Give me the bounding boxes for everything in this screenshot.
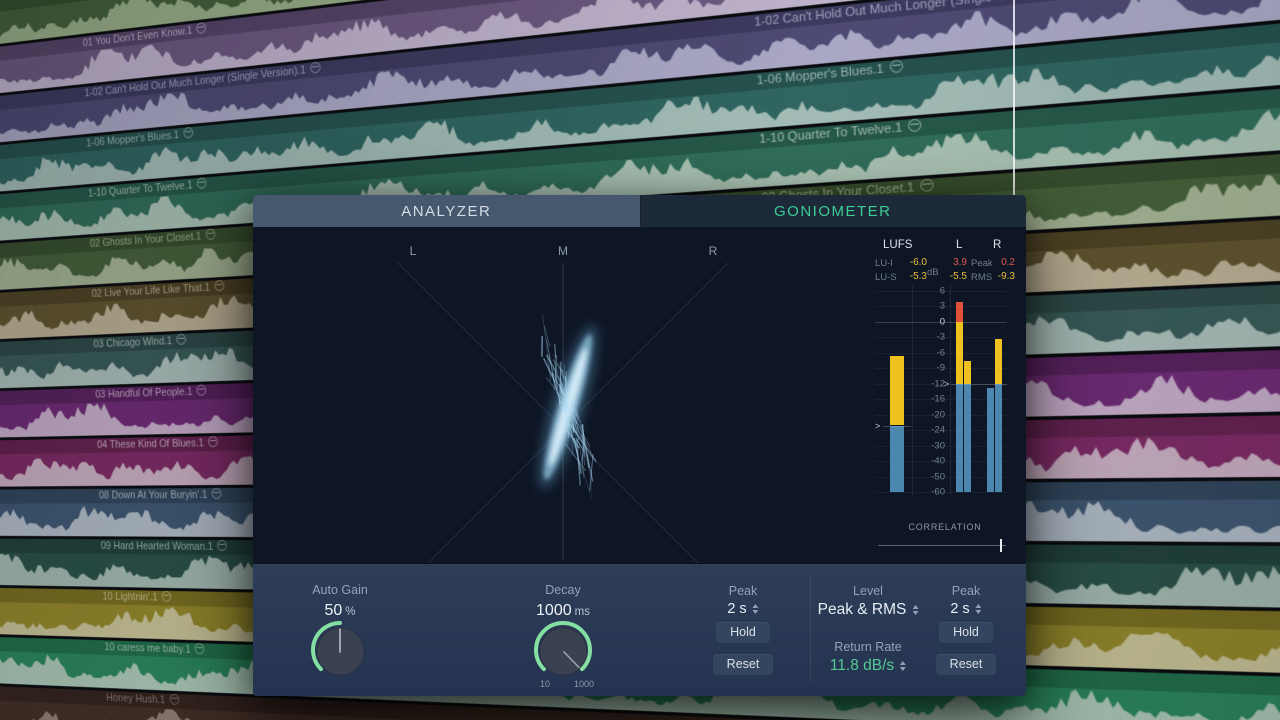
meter-panel: LUFS L R LU-I -6.0 3.9 Peak 0.2 LU-S -5.… [253, 227, 1026, 563]
db-scale-label: -16 [915, 394, 945, 405]
lu-s-value: -5.3 [899, 271, 927, 282]
tab-analyzer[interactable]: ANALYZER [253, 195, 640, 227]
stepper-chevrons-icon [900, 661, 906, 671]
lufs-hold-marker: > [875, 421, 880, 431]
db-scale-label: -30 [915, 440, 945, 451]
screen: T 394041424344454647 01 Get Paid.101 Get… [0, 0, 1280, 720]
plugin-control-bar: Auto Gain 50% Decay 1000 ms 10 1000 Peak … [253, 563, 1026, 696]
decay-label: Decay [545, 583, 580, 597]
control-divider [810, 578, 811, 682]
hold-button-right[interactable]: Hold [939, 622, 993, 643]
goniometer-display: L M R LUFS L R LU-I -6.0 3.9 Peak 0.2 LU… [253, 227, 1026, 563]
db-scale-label: -24 [915, 425, 945, 436]
peak-left-label: Peak [729, 584, 758, 598]
lufs-bar-yellow [890, 356, 904, 426]
db-scale-label: -50 [915, 471, 945, 482]
db-scale-label: -9 [915, 363, 945, 374]
db-scale-label: -12 [915, 378, 945, 389]
left-peak-bar-yellow [956, 322, 963, 384]
left-peak-bar-red [956, 302, 963, 322]
correlation-line [878, 545, 1006, 546]
auto-gain-label: Auto Gain [312, 583, 368, 597]
level-dropdown[interactable]: Peak & RMS [818, 601, 919, 619]
l-peak-value: 3.9 [943, 257, 967, 268]
l-rms-value: -5.5 [943, 271, 967, 282]
db-unit-label: dB [927, 267, 939, 278]
dropdown-chevrons-icon [912, 605, 918, 615]
db-scale-label: 0 [915, 316, 945, 327]
left-rms-bar-yellow [964, 361, 971, 384]
peak-right-label: Peak [952, 584, 981, 598]
left-rms-bar-blue [964, 384, 971, 492]
decay-knob[interactable] [531, 618, 595, 682]
decay-min-label: 10 [540, 679, 550, 689]
lu-i-label: LU-I [875, 258, 893, 269]
db-scale-label: -40 [915, 456, 945, 467]
db-scale-label: -60 [915, 486, 945, 497]
peak-right-stepper[interactable]: 2 s [950, 601, 981, 617]
auto-gain-knob[interactable] [308, 618, 372, 682]
lu-i-value: -6.0 [899, 257, 927, 268]
scale-gridline-right [950, 285, 951, 495]
r-rms-value: -9.3 [989, 271, 1015, 282]
db-scale-label: 3 [915, 301, 945, 312]
hold-button-left[interactable]: Hold [716, 622, 770, 643]
lr-hold-marker: > [944, 379, 949, 389]
db-scale-label: -3 [915, 332, 945, 343]
correlation-marker [1000, 539, 1002, 552]
reset-button-right[interactable]: Reset [936, 654, 996, 675]
playhead-line [1013, 0, 1015, 197]
left-peak-bar-blue [956, 384, 963, 492]
correlation-label: CORRELATION [875, 522, 1015, 532]
db-scale-label: -6 [915, 347, 945, 358]
tab-goniometer[interactable]: GONIOMETER [640, 195, 1027, 227]
lr-hold-line [951, 384, 1007, 385]
lufs-title: LUFS [883, 239, 912, 251]
scale-gridline-left [912, 285, 913, 495]
multimeter-plugin-window: ANALYZER GONIOMETER L M R LUFS L R LU-I … [253, 195, 1026, 696]
r-peak-value: 0.2 [991, 257, 1015, 268]
lufs-bar-blue [890, 426, 904, 492]
meter-col-r: R [993, 239, 1001, 251]
lu-s-label: LU-S [875, 272, 897, 283]
decay-max-label: 1000 [574, 679, 594, 689]
right-rms-bar-blue [995, 384, 1002, 492]
return-rate-label: Return Rate [834, 640, 901, 654]
plugin-tab-bar: ANALYZER GONIOMETER [253, 195, 1026, 227]
stepper-chevrons-icon [753, 604, 759, 614]
db-scale-label: 6 [915, 286, 945, 297]
right-peak-bar-blue [987, 388, 994, 492]
reset-button-left[interactable]: Reset [713, 654, 773, 675]
lufs-hold-line [883, 426, 911, 427]
meter-col-l: L [956, 239, 962, 251]
peak-row-label: Peak [971, 258, 993, 269]
peak-left-stepper[interactable]: 2 s [727, 601, 758, 617]
db-scale-label: -20 [915, 409, 945, 420]
right-rms-bar-yellow [995, 339, 1002, 383]
return-rate-stepper[interactable]: 11.8 dB/s [830, 657, 906, 675]
stepper-chevrons-icon [976, 604, 982, 614]
level-label: Level [853, 584, 883, 598]
